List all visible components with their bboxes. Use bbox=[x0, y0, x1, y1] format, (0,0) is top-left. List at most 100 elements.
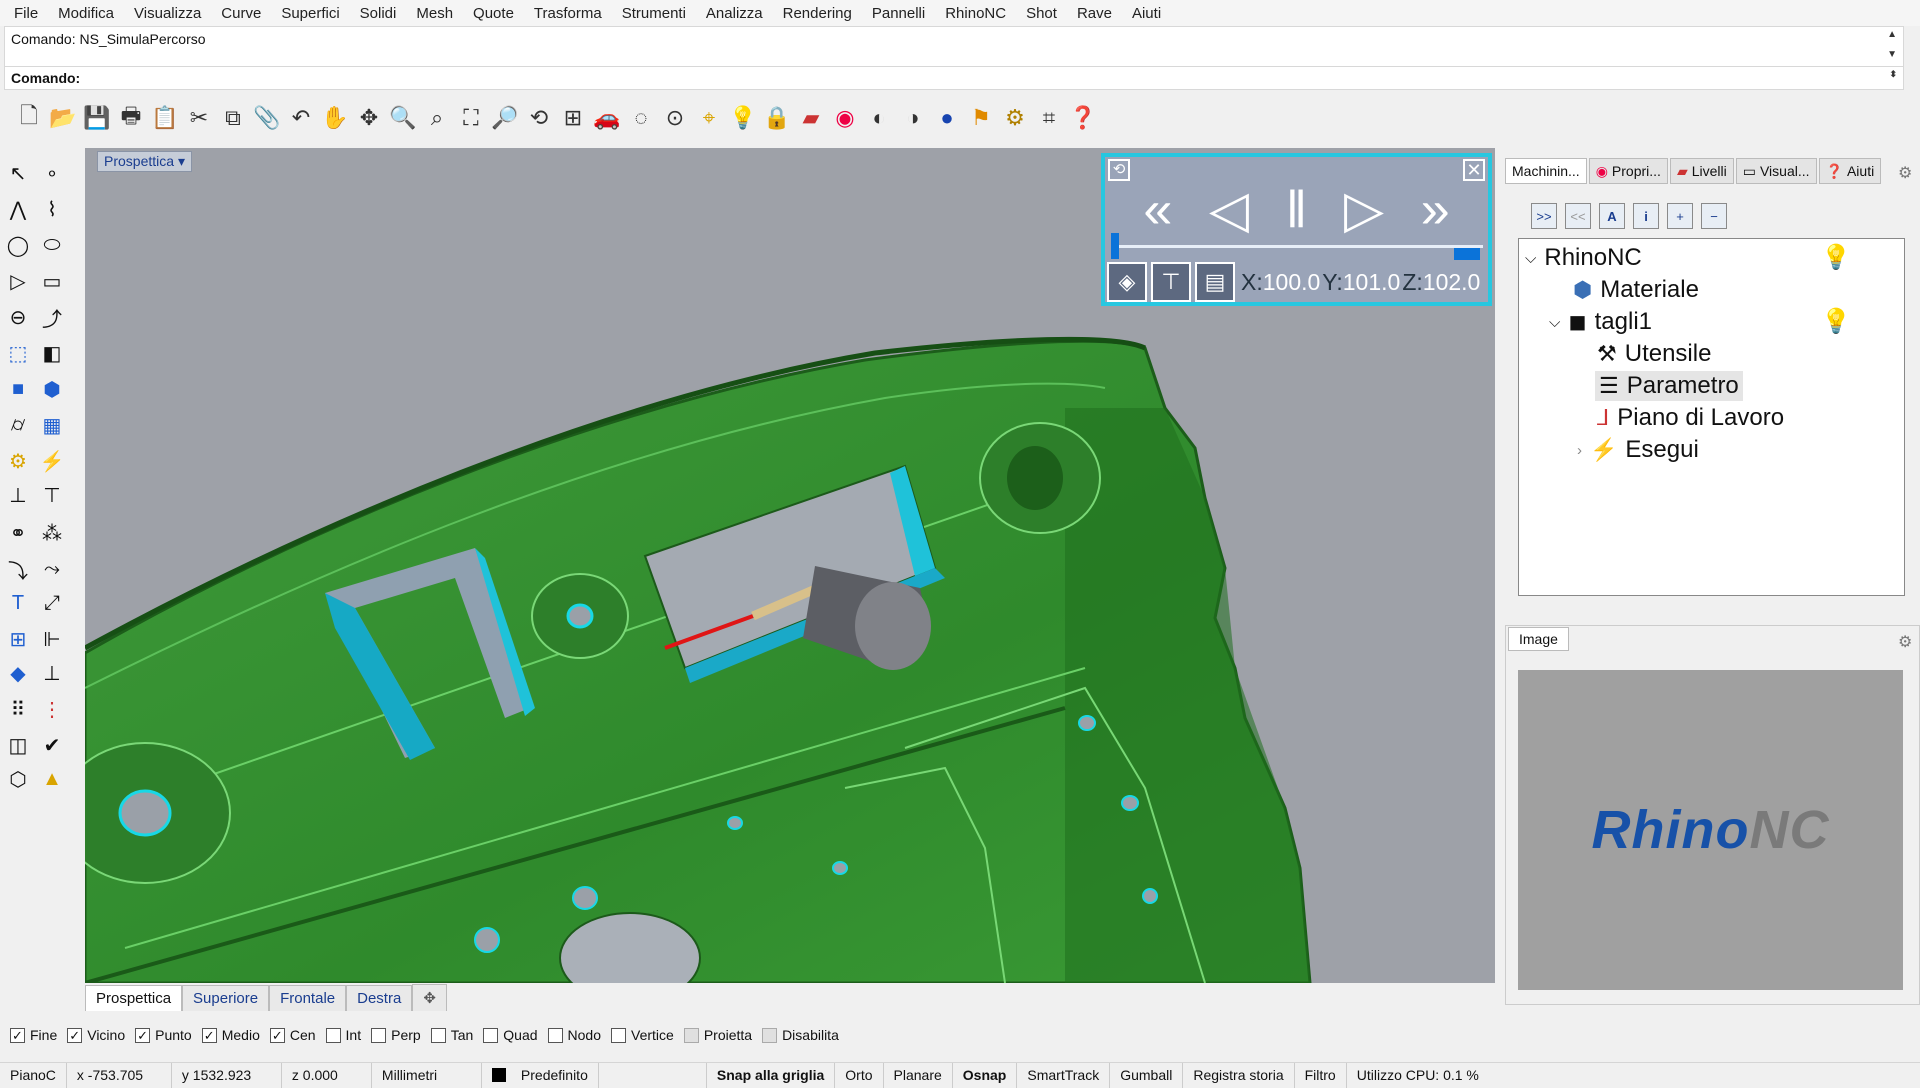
menu-file[interactable]: File bbox=[4, 5, 48, 22]
viewport-title[interactable]: Prospettica ▾ bbox=[97, 151, 192, 172]
tab-display[interactable]: ▭ Visual... bbox=[1735, 158, 1817, 184]
tree-item-piano-di-lavoro[interactable]: ⅃ Piano di Lavoro bbox=[1597, 403, 1784, 433]
lightbulb-icon[interactable]: 💡 bbox=[1821, 307, 1851, 336]
undo-icon[interactable]: ↶ bbox=[284, 101, 318, 135]
command-scroll-icon[interactable]: ⬍ bbox=[1889, 69, 1897, 80]
add-viewport-icon[interactable]: ✥ bbox=[412, 984, 447, 1011]
menu-quote[interactable]: Quote bbox=[463, 5, 524, 22]
checkbox[interactable] bbox=[683, 1027, 699, 1043]
osnap-tan[interactable]: Tan bbox=[430, 1027, 473, 1043]
tab-prospettica[interactable]: Prospettica bbox=[85, 985, 183, 1011]
panel-settings-icon[interactable]: ⚙ bbox=[1898, 163, 1912, 183]
boolean-icon[interactable]: ⬢ bbox=[36, 374, 68, 404]
zoom-window-icon[interactable]: ⌕ bbox=[420, 101, 454, 135]
layer-indicator[interactable]: Predefinito bbox=[482, 1062, 707, 1088]
osnap-fine[interactable]: ✓ Fine bbox=[10, 1027, 57, 1043]
osnap-vicino[interactable]: ✓ Vicino bbox=[67, 1027, 125, 1043]
save-icon[interactable]: 💾 bbox=[80, 101, 114, 135]
surface-icon[interactable]: ⬚ bbox=[2, 338, 34, 368]
control-points-icon[interactable]: ⋮ bbox=[36, 694, 68, 724]
rectangle-icon[interactable]: ▭ bbox=[36, 266, 68, 296]
select-icon[interactable]: ↖ bbox=[2, 158, 34, 188]
osnap-vertice[interactable]: Vertice bbox=[611, 1027, 674, 1043]
cut-icon[interactable]: ✂ bbox=[182, 101, 216, 135]
grid-icon[interactable]: ⠿ bbox=[2, 694, 34, 724]
snap-icon[interactable]: ⌖ bbox=[692, 101, 726, 135]
plane-view-icon[interactable]: ◈ bbox=[1107, 262, 1147, 302]
menu-aiuti[interactable]: Aiuti bbox=[1122, 5, 1171, 22]
blend-icon[interactable]: ⤳ bbox=[36, 554, 68, 584]
lightbulb-icon[interactable]: 💡 bbox=[726, 101, 760, 135]
grid-snap-icon[interactable]: ⊥ bbox=[36, 658, 68, 688]
osnap-quad[interactable]: Quad bbox=[483, 1027, 538, 1043]
fast-forward-icon[interactable]: » bbox=[1421, 184, 1450, 236]
reset-icon[interactable]: ⟲ bbox=[1108, 159, 1130, 181]
viewport-menu-arrow-icon[interactable]: ▾ bbox=[178, 153, 185, 169]
menu-mesh[interactable]: Mesh bbox=[406, 5, 463, 22]
menu-rendering[interactable]: Rendering bbox=[773, 5, 862, 22]
simulation-speed-handle[interactable] bbox=[1454, 248, 1480, 260]
block-icon[interactable]: ◆ bbox=[2, 658, 34, 688]
sphere-icon[interactable]: ● bbox=[930, 101, 964, 135]
car-icon[interactable]: 🚗 bbox=[590, 101, 624, 135]
simulation-progress-handle[interactable] bbox=[1111, 233, 1119, 259]
menu-rave[interactable]: Rave bbox=[1067, 5, 1122, 22]
planar-toggle[interactable]: Planare bbox=[884, 1062, 953, 1088]
tree-item-materiale[interactable]: ⬢ Materiale bbox=[1573, 275, 1699, 305]
polyline-icon[interactable]: ⋀ bbox=[2, 194, 34, 224]
menu-superfici[interactable]: Superfici bbox=[271, 5, 349, 22]
zoom-icon[interactable]: 🔍 bbox=[386, 101, 420, 135]
check-icon[interactable]: ✔ bbox=[36, 730, 68, 760]
checkbox[interactable] bbox=[325, 1027, 341, 1043]
tab-machining[interactable]: Machinin... bbox=[1505, 158, 1587, 184]
mesh-icon[interactable]: ▦ bbox=[36, 410, 68, 440]
fast-rewind-icon[interactable]: « bbox=[1143, 184, 1172, 236]
tab-frontale[interactable]: Frontale bbox=[269, 985, 347, 1011]
point-tool-icon[interactable]: ∘ bbox=[36, 158, 68, 188]
clipboard-icon[interactable]: 📎 bbox=[250, 101, 284, 135]
tree-item-tagli1[interactable]: ⌵ ◼ tagli1 bbox=[1549, 307, 1652, 337]
menu-modifica[interactable]: Modifica bbox=[48, 5, 124, 22]
ellipse-icon[interactable]: ⬭ bbox=[36, 230, 68, 260]
chevron-right-icon[interactable]: › bbox=[1577, 442, 1582, 459]
stock-view-icon[interactable]: ▤ bbox=[1195, 262, 1235, 302]
rotate-view-icon[interactable]: ⟲ bbox=[522, 101, 556, 135]
copy-icon[interactable]: ⧉ bbox=[216, 101, 250, 135]
checkbox[interactable]: ✓ bbox=[67, 1027, 83, 1043]
info-button[interactable]: i bbox=[1633, 203, 1659, 229]
point-icon[interactable]: ⊙ bbox=[658, 101, 692, 135]
smarttrack-toggle[interactable]: SmartTrack bbox=[1017, 1062, 1111, 1088]
zoom-selected-icon[interactable]: 🔎 bbox=[488, 101, 522, 135]
fillet-curve-icon[interactable]: ⤴ bbox=[36, 302, 68, 332]
checkbox[interactable] bbox=[430, 1027, 446, 1043]
menu-visualizza[interactable]: Visualizza bbox=[124, 5, 211, 22]
checkbox[interactable]: ✓ bbox=[135, 1027, 151, 1043]
command-line[interactable]: Comando: ⬍ bbox=[4, 66, 1904, 90]
tool-view-icon[interactable]: ⊤ bbox=[1151, 262, 1191, 302]
checkbox[interactable] bbox=[762, 1027, 778, 1043]
polygon-icon[interactable]: ▷ bbox=[2, 266, 34, 296]
checkbox[interactable]: ✓ bbox=[201, 1027, 217, 1043]
simulation-progress-track[interactable] bbox=[1113, 245, 1483, 248]
osnap-perp[interactable]: Perp bbox=[371, 1027, 421, 1043]
move-icon[interactable]: ✥ bbox=[352, 101, 386, 135]
close-icon[interactable]: ✕ bbox=[1463, 159, 1485, 181]
chevron-down-icon[interactable]: ⌵ bbox=[1525, 250, 1536, 267]
tab-destra[interactable]: Destra bbox=[346, 985, 413, 1011]
gear-cluster-icon[interactable]: ⚙ bbox=[998, 101, 1032, 135]
points-on-icon[interactable]: ⁂ bbox=[36, 518, 68, 548]
checkbox[interactable] bbox=[547, 1027, 563, 1043]
checkbox[interactable]: ✓ bbox=[10, 1027, 25, 1043]
dimension-icon[interactable]: ⊩ bbox=[36, 624, 68, 654]
checkbox[interactable]: ✓ bbox=[269, 1027, 285, 1043]
help-icon[interactable]: ❓ bbox=[1066, 101, 1100, 135]
group-icon[interactable]: ⚭ bbox=[2, 518, 34, 548]
osnap-punto[interactable]: ✓ Punto bbox=[135, 1027, 192, 1043]
osnap-nodo[interactable]: Nodo bbox=[547, 1027, 601, 1043]
filter-toggle[interactable]: Filtro bbox=[1295, 1062, 1347, 1088]
ortho-toggle[interactable]: Orto bbox=[835, 1062, 884, 1088]
cplane-label[interactable]: PianoC bbox=[0, 1062, 67, 1088]
scale-icon[interactable]: ⤢ bbox=[36, 588, 68, 618]
scroll-down-icon[interactable]: ▼ bbox=[1887, 49, 1897, 60]
pause-icon[interactable]: ‖ bbox=[1286, 184, 1307, 236]
